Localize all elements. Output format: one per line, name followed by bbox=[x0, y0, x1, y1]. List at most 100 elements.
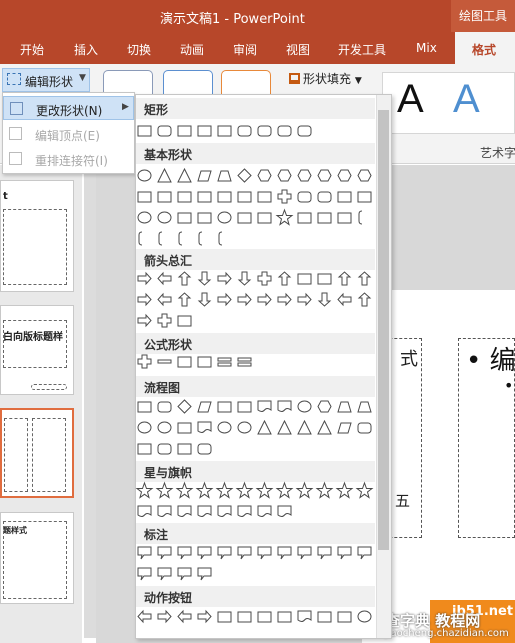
shape-teardrop-icon[interactable] bbox=[176, 188, 193, 205]
shape-connector-icon[interactable] bbox=[136, 419, 153, 436]
tab-animations[interactable]: 动画 bbox=[180, 41, 204, 58]
shape-heptagon-icon[interactable] bbox=[296, 167, 313, 184]
shape-donut-icon[interactable] bbox=[136, 209, 153, 226]
shape-snip-diag-rect-icon[interactable] bbox=[216, 122, 233, 139]
shape-left-bracket-icon[interactable] bbox=[156, 230, 173, 247]
shape-border-callout3-icon[interactable] bbox=[136, 565, 153, 582]
shape-notched-right-arrow-icon[interactable] bbox=[236, 291, 253, 308]
shape-terminator-icon[interactable] bbox=[296, 398, 313, 415]
shape-curved-ribbon-up-icon[interactable] bbox=[176, 503, 193, 520]
menu-item-reroute-connectors[interactable]: 重排连接符(I) bbox=[3, 147, 134, 171]
shape-bent-up-arrow-icon[interactable] bbox=[356, 270, 373, 287]
shape-left-up-arrow-icon[interactable] bbox=[336, 270, 353, 287]
shape-document-icon[interactable] bbox=[256, 398, 273, 415]
shape-can-icon[interactable] bbox=[316, 188, 333, 205]
shape-direct-access-icon[interactable] bbox=[176, 440, 193, 457]
shape-process-icon[interactable] bbox=[136, 398, 153, 415]
shape-lightning-icon[interactable] bbox=[256, 209, 273, 226]
shape-left-right-up-arrow-icon[interactable] bbox=[276, 270, 293, 287]
shape-summing-junction-icon[interactable] bbox=[216, 419, 233, 436]
shape-stored-data-icon[interactable] bbox=[336, 419, 353, 436]
shape-frame-icon[interactable] bbox=[196, 188, 213, 205]
shape-bent-arrow-icon[interactable] bbox=[296, 270, 313, 287]
shape-action-return-icon[interactable] bbox=[256, 608, 273, 625]
shape-or-icon[interactable] bbox=[236, 419, 253, 436]
shape-punched-tape-icon[interactable] bbox=[196, 419, 213, 436]
shape-sort-icon[interactable] bbox=[276, 419, 293, 436]
shape-curved-left-arrow-icon[interactable] bbox=[156, 291, 173, 308]
shape-explosion2-icon[interactable] bbox=[155, 481, 174, 499]
shape-card-icon[interactable] bbox=[176, 419, 193, 436]
shape-collate-icon[interactable] bbox=[256, 419, 273, 436]
shape-pentagon-arrow-icon[interactable] bbox=[256, 291, 273, 308]
tab-insert[interactable]: 插入 bbox=[74, 41, 98, 58]
shape-bevel-icon[interactable] bbox=[356, 188, 373, 205]
shape-left-brace-icon[interactable] bbox=[196, 230, 213, 247]
shape-round-diag-rect-icon[interactable] bbox=[296, 122, 313, 139]
shape-manual-input-icon[interactable] bbox=[336, 398, 353, 415]
shape-quad-arrow-icon[interactable] bbox=[256, 270, 273, 287]
shape-l-shape-icon[interactable] bbox=[236, 188, 253, 205]
shape-dodecagon-icon[interactable] bbox=[356, 167, 373, 184]
tab-home[interactable]: 开始 bbox=[20, 41, 44, 58]
shape-multidocument-icon[interactable] bbox=[276, 398, 293, 415]
shape-ribbon-down-icon[interactable] bbox=[156, 503, 173, 520]
shape-star32-icon[interactable] bbox=[355, 481, 374, 499]
shape-accent-border-callout2-icon[interactable] bbox=[176, 565, 193, 582]
shape-action-document-icon[interactable] bbox=[296, 608, 313, 625]
shape-multiply-icon[interactable] bbox=[176, 353, 193, 370]
shape-hexagon-icon[interactable] bbox=[276, 167, 293, 184]
shape-action-help-icon[interactable] bbox=[336, 608, 353, 625]
shape-round-rect-callout-icon[interactable] bbox=[156, 544, 173, 561]
edit-shape-button[interactable]: 编辑形状 ▼ bbox=[2, 68, 90, 92]
shape-action-sound-icon[interactable] bbox=[316, 608, 333, 625]
shape-delay-icon[interactable] bbox=[356, 419, 373, 436]
shape-plaque-icon[interactable] bbox=[296, 188, 313, 205]
shape-smiley-icon[interactable] bbox=[216, 209, 233, 226]
shape-horizontal-scroll-icon[interactable] bbox=[236, 503, 253, 520]
shape-oval-icon[interactable] bbox=[136, 167, 153, 184]
shape-star10-icon[interactable] bbox=[275, 481, 294, 499]
shape-vertical-scroll-icon[interactable] bbox=[216, 503, 233, 520]
shape-oval-callout-icon[interactable] bbox=[176, 544, 193, 561]
shape-display-icon[interactable] bbox=[196, 440, 213, 457]
shape-curved-ribbon-down-icon[interactable] bbox=[196, 503, 213, 520]
tab-mix[interactable]: Mix bbox=[416, 41, 437, 55]
shape-up-arrow-icon[interactable] bbox=[176, 270, 193, 287]
shape-accent-callout2-icon[interactable] bbox=[296, 544, 313, 561]
shape-round-rect-icon[interactable] bbox=[156, 122, 173, 139]
menu-item-edit-points[interactable]: 编辑顶点(E) bbox=[3, 122, 134, 146]
shape-wave-icon[interactable] bbox=[256, 503, 273, 520]
shape-octagon-icon[interactable] bbox=[316, 167, 333, 184]
slide-thumbnail-selected[interactable] bbox=[0, 408, 74, 498]
shape-predefined-process-icon[interactable] bbox=[216, 398, 233, 415]
wordart-style-plain[interactable]: A bbox=[397, 77, 424, 121]
shape-star16-icon[interactable] bbox=[315, 481, 334, 499]
shape-star7-icon[interactable] bbox=[235, 481, 254, 499]
shape-heart-icon[interactable] bbox=[236, 209, 253, 226]
shape-chevron-icon[interactable] bbox=[276, 291, 293, 308]
shape-cloud-callout-icon[interactable] bbox=[196, 544, 213, 561]
shape-action-home-icon[interactable] bbox=[216, 608, 233, 625]
shape-line-callout1-icon[interactable] bbox=[216, 544, 233, 561]
shape-star8-icon[interactable] bbox=[255, 481, 274, 499]
tab-view[interactable]: 视图 bbox=[286, 41, 310, 58]
shape-moon-icon[interactable] bbox=[296, 209, 313, 226]
shape-border-callout1-icon[interactable] bbox=[336, 544, 353, 561]
shape-action-information-icon[interactable] bbox=[236, 608, 253, 625]
shape-right-bracket-icon[interactable] bbox=[176, 230, 193, 247]
shape-trapezoid-icon[interactable] bbox=[216, 167, 233, 184]
shape-cube-icon[interactable] bbox=[336, 188, 353, 205]
shape-double-brace-icon[interactable] bbox=[136, 230, 153, 247]
shape-manual-operation-icon[interactable] bbox=[356, 398, 373, 415]
shape-fill-button[interactable]: 形状填充 ▼ bbox=[289, 70, 362, 87]
shape-pie-icon[interactable] bbox=[136, 188, 153, 205]
shape-internal-storage-icon[interactable] bbox=[236, 398, 253, 415]
shape-minus-icon[interactable] bbox=[156, 353, 173, 370]
shape-action-forward-icon[interactable] bbox=[156, 608, 173, 625]
slide-thumbnail[interactable]: t bbox=[0, 180, 74, 292]
gallery-scrollbar-thumb[interactable] bbox=[378, 110, 389, 550]
shape-border-callout2-icon[interactable] bbox=[356, 544, 373, 561]
shape-chord-icon[interactable] bbox=[156, 188, 173, 205]
shape-star5-icon[interactable] bbox=[195, 481, 214, 499]
